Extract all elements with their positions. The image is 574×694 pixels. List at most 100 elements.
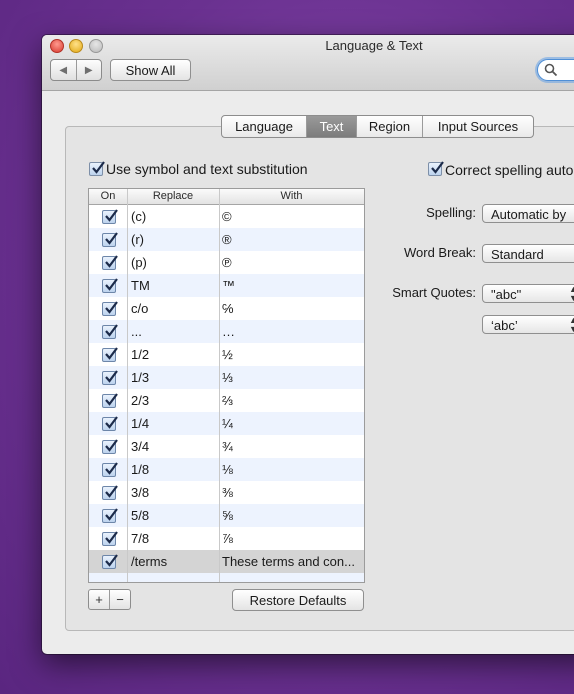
checkmark-icon (105, 301, 118, 314)
add-button[interactable]: + (89, 590, 109, 609)
replace-cell[interactable]: 5/8 (131, 504, 149, 527)
column-header-with[interactable]: With (219, 189, 364, 204)
checkmark-icon (105, 278, 118, 291)
checkmark-icon (105, 370, 118, 383)
restore-defaults-button[interactable]: Restore Defaults (232, 589, 364, 611)
with-cell[interactable]: ¼ (222, 412, 362, 435)
table-row[interactable]: c/o ℅ (89, 297, 364, 320)
row-enabled-checkbox[interactable] (102, 531, 118, 546)
checkmark-icon (105, 393, 118, 406)
tab-input-sources[interactable]: Input Sources (422, 116, 533, 137)
show-all-button[interactable]: Show All (110, 59, 191, 81)
table-row[interactable]: 3/4 ¾ (89, 435, 364, 458)
checkmark-icon (105, 485, 118, 498)
double-quotes-popup[interactable]: "abc" ▲▼ (482, 284, 574, 303)
row-enabled-checkbox[interactable] (102, 485, 118, 500)
word-break-popup[interactable]: Standard (482, 244, 574, 263)
replace-cell[interactable]: (c) (131, 205, 146, 228)
search-field[interactable] (537, 59, 574, 81)
row-enabled-checkbox[interactable] (102, 462, 118, 477)
replace-cell[interactable]: (p) (131, 251, 147, 274)
table-row[interactable]: /terms These terms and con... (89, 550, 364, 573)
checkmark-icon (105, 232, 118, 245)
with-cell[interactable]: ⅓ (222, 366, 362, 389)
table-row[interactable]: 3/8 ⅜ (89, 481, 364, 504)
with-cell[interactable]: ℗ (222, 251, 362, 274)
table-row[interactable]: (r) ® (89, 228, 364, 251)
table-row[interactable]: 7/8 ⅞ (89, 527, 364, 550)
with-cell[interactable]: ® (222, 228, 362, 251)
replace-cell[interactable]: (r) (131, 228, 144, 251)
with-cell[interactable]: ¾ (222, 435, 362, 458)
replace-cell[interactable]: TM (131, 274, 150, 297)
table-row[interactable]: (c) © (89, 205, 364, 228)
correct-spelling-label: Correct spelling auto (445, 162, 574, 178)
replace-cell[interactable]: 1/2 (131, 343, 149, 366)
with-cell[interactable]: ⅝ (222, 504, 362, 527)
table-row[interactable]: ... … (89, 320, 364, 343)
replace-cell[interactable]: 3/8 (131, 481, 149, 504)
table-row[interactable]: 1/2 ½ (89, 343, 364, 366)
table-row[interactable]: 5/8 ⅝ (89, 504, 364, 527)
use-substitution-checkbox[interactable] (89, 161, 105, 176)
tab-text[interactable]: Text (306, 116, 356, 137)
substitution-table[interactable]: On Replace With (c) © (r) ® (p) ℗ TM ™ c/o ℅...… 1… (88, 188, 365, 583)
with-cell[interactable]: ⅞ (222, 527, 362, 550)
replace-cell[interactable]: 1/8 (131, 458, 149, 481)
table-header: On Replace With (89, 189, 364, 205)
row-enabled-checkbox[interactable] (102, 278, 118, 293)
window-title: Language & Text (325, 38, 423, 53)
spelling-popup[interactable]: Automatic by (482, 204, 574, 223)
row-enabled-checkbox[interactable] (102, 439, 118, 454)
with-cell[interactable]: ⅔ (222, 389, 362, 412)
with-cell[interactable]: © (222, 205, 362, 228)
row-enabled-checkbox[interactable] (102, 393, 118, 408)
with-cell[interactable]: ™ (222, 274, 362, 297)
table-row[interactable]: 1/4 ¼ (89, 412, 364, 435)
replace-cell[interactable]: 1/3 (131, 366, 149, 389)
row-enabled-checkbox[interactable] (102, 301, 118, 316)
back-forward-control: ◀ ▶ (50, 59, 102, 81)
column-header-replace[interactable]: Replace (127, 189, 219, 204)
column-header-on[interactable]: On (89, 189, 127, 204)
single-quotes-popup[interactable]: ‘abc’ ▲▼ (482, 315, 574, 334)
with-cell[interactable]: These terms and con... (222, 550, 362, 573)
table-row-empty (89, 573, 364, 582)
correct-spelling-checkbox[interactable] (428, 161, 444, 176)
row-enabled-checkbox[interactable] (102, 370, 118, 385)
row-enabled-checkbox[interactable] (102, 324, 118, 339)
table-row[interactable]: 1/8 ⅛ (89, 458, 364, 481)
replace-cell[interactable]: 7/8 (131, 527, 149, 550)
tab-language[interactable]: Language (222, 116, 306, 137)
with-cell[interactable]: ⅜ (222, 481, 362, 504)
forward-button[interactable]: ▶ (75, 60, 102, 80)
table-row[interactable]: TM ™ (89, 274, 364, 297)
remove-button[interactable]: − (109, 590, 130, 609)
table-row[interactable]: (p) ℗ (89, 251, 364, 274)
table-row[interactable]: 2/3 ⅔ (89, 389, 364, 412)
checkmark-icon (105, 439, 118, 452)
with-cell[interactable]: ½ (222, 343, 362, 366)
row-enabled-checkbox[interactable] (102, 232, 118, 247)
replace-cell[interactable]: 1/4 (131, 412, 149, 435)
replace-cell[interactable]: 2/3 (131, 389, 149, 412)
row-enabled-checkbox[interactable] (102, 209, 118, 224)
row-enabled-checkbox[interactable] (102, 416, 118, 431)
with-cell[interactable]: … (222, 320, 362, 343)
table-row[interactable]: 1/3 ⅓ (89, 366, 364, 389)
stepper-arrows-icon: ▲▼ (569, 285, 574, 302)
row-enabled-checkbox[interactable] (102, 347, 118, 362)
replace-cell[interactable]: 3/4 (131, 435, 149, 458)
row-enabled-checkbox[interactable] (102, 255, 118, 270)
checkmark-icon (431, 161, 444, 174)
tab-region[interactable]: Region (356, 116, 422, 137)
row-enabled-checkbox[interactable] (102, 508, 118, 523)
replace-cell[interactable]: ... (131, 320, 142, 343)
replace-cell[interactable]: /terms (131, 550, 167, 573)
back-button[interactable]: ◀ (51, 60, 76, 80)
replace-cell[interactable]: c/o (131, 297, 148, 320)
use-substitution-label: Use symbol and text substitution (106, 161, 308, 177)
row-enabled-checkbox[interactable] (102, 554, 118, 569)
with-cell[interactable]: ℅ (222, 297, 362, 320)
with-cell[interactable]: ⅛ (222, 458, 362, 481)
